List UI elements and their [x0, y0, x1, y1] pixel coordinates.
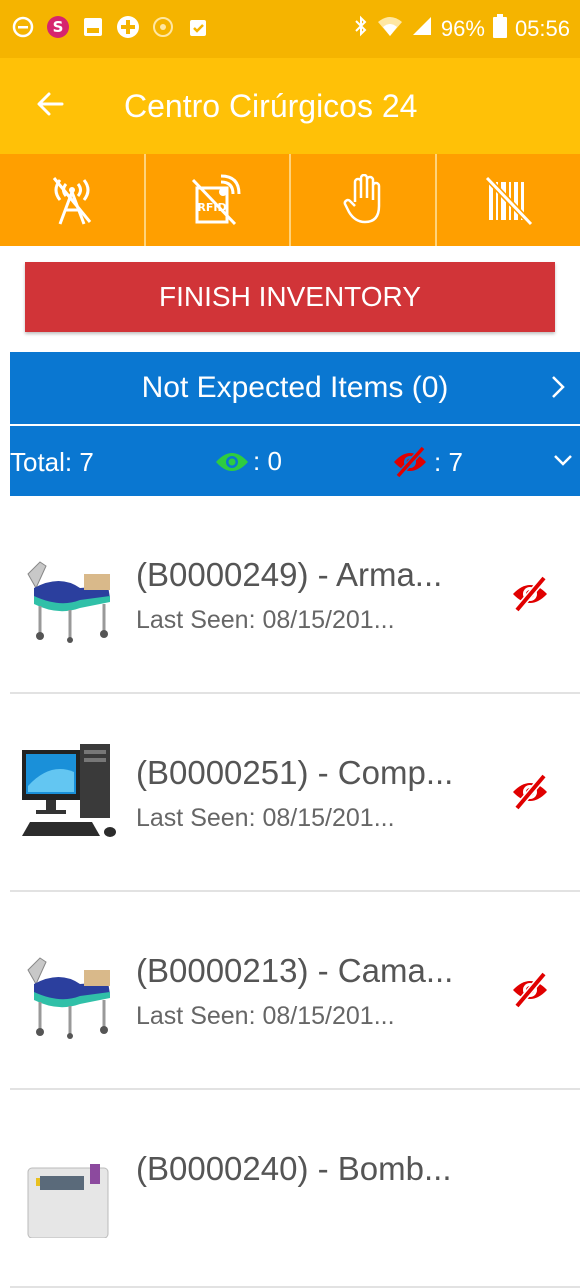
- hospital-bed-icon: [20, 940, 120, 1040]
- rfid-off-icon: RFID: [187, 174, 247, 226]
- status-right: 96% 05:56: [353, 14, 570, 44]
- item-last-seen: Last Seen: 08/15/201...: [136, 1002, 395, 1031]
- item-name: (B0000249) - Arma...: [136, 556, 442, 594]
- page-title: Centro Cirúrgicos 24: [124, 88, 417, 125]
- list-item[interactable]: (B0000240) - Bomb...: [10, 1090, 580, 1288]
- item-name: (B0000251) - Comp...: [136, 754, 453, 792]
- toolbar: RFID: [0, 154, 580, 246]
- gallery-icon: [80, 14, 106, 40]
- app-bar: Centro Cirúrgicos 24: [0, 58, 580, 154]
- item-name: (B0000213) - Cama...: [136, 952, 453, 990]
- chevron-down-icon: [552, 452, 574, 468]
- svg-text:S: S: [53, 18, 64, 36]
- eye-icon: [215, 450, 249, 474]
- eye-off-icon: [390, 446, 430, 478]
- eye-off-icon: [510, 970, 550, 1010]
- total-count: Total: 7: [10, 447, 94, 478]
- infusion-pump-icon: [20, 1138, 120, 1238]
- item-last-seen: Last Seen: 08/15/201...: [136, 606, 395, 635]
- computer-icon: [20, 742, 120, 842]
- not-expected-items-bar[interactable]: Not Expected Items (0): [10, 352, 580, 424]
- chevron-right-icon: [548, 374, 568, 400]
- s-app-icon: S: [45, 14, 71, 40]
- totals-bar[interactable]: Total: 7 : 0 : 7: [10, 426, 580, 496]
- minus-circle-icon: [10, 14, 36, 40]
- not-expected-items-label: Not Expected Items (0): [142, 371, 449, 405]
- camera-lens-icon: [150, 14, 176, 40]
- list-item[interactable]: (B0000249) - Arma... Last Seen: 08/15/20…: [10, 496, 580, 694]
- item-name: (B0000240) - Bomb...: [136, 1150, 452, 1188]
- unseen-count-group: : 7: [390, 446, 463, 478]
- eye-off-icon: [510, 772, 550, 812]
- manual-entry-button[interactable]: [291, 154, 437, 246]
- bluetooth-icon: [353, 14, 369, 44]
- rfid-off-button[interactable]: RFID: [146, 154, 292, 246]
- medical-app-icon: [115, 14, 141, 40]
- list-item[interactable]: (B0000213) - Cama... Last Seen: 08/15/20…: [10, 892, 580, 1090]
- arrow-left-icon: [36, 90, 64, 118]
- antenna-off-icon: [44, 174, 100, 226]
- item-last-seen: Last Seen: 08/15/201...: [136, 804, 395, 833]
- antenna-off-button[interactable]: [0, 154, 146, 246]
- clock: 05:56: [515, 16, 570, 42]
- eye-off-icon: [510, 574, 550, 614]
- barcode-off-icon: [481, 174, 535, 226]
- unseen-count: : 7: [434, 447, 463, 478]
- status-bar: S 96% 05:56: [0, 0, 580, 58]
- battery-icon: [493, 14, 507, 44]
- signal-icon: [411, 15, 433, 43]
- item-list: (B0000249) - Arma... Last Seen: 08/15/20…: [0, 496, 580, 1288]
- battery-percent: 96%: [441, 16, 485, 42]
- barcode-off-button[interactable]: [437, 154, 580, 246]
- seen-count: : 0: [253, 446, 282, 477]
- back-button[interactable]: [30, 84, 70, 124]
- hospital-bed-icon: [20, 544, 120, 644]
- status-left-icons: S: [10, 14, 211, 40]
- seen-count-group: : 0: [215, 446, 282, 477]
- finish-inventory-button[interactable]: FINISH INVENTORY: [25, 262, 555, 332]
- clipboard-icon: [185, 14, 211, 40]
- hand-icon: [341, 174, 385, 226]
- list-item[interactable]: (B0000251) - Comp... Last Seen: 08/15/20…: [10, 694, 580, 892]
- wifi-icon: [377, 15, 403, 43]
